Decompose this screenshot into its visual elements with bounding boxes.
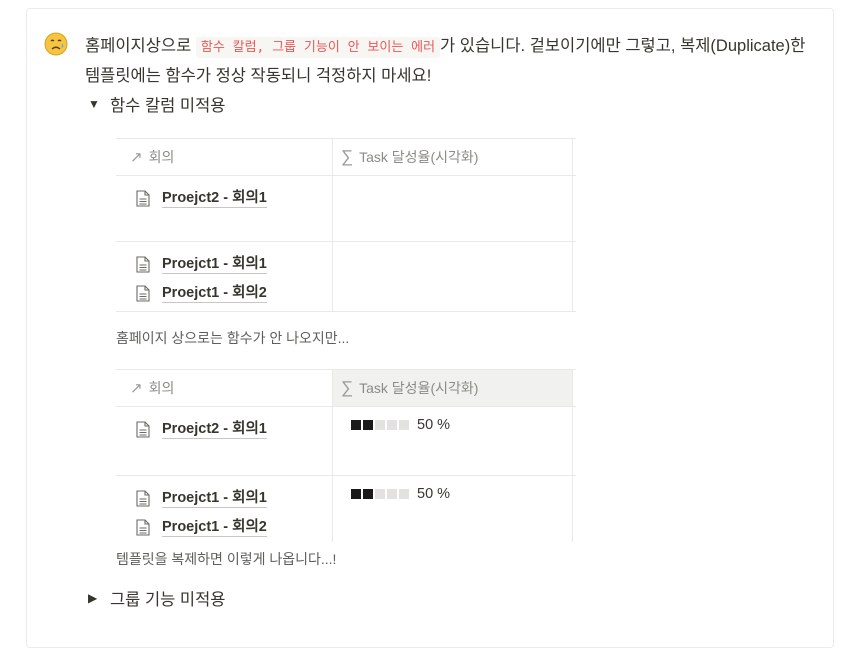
task-rate-cell [333, 242, 573, 311]
progress-square [399, 489, 409, 499]
progress-square [387, 420, 397, 430]
table-row: Proejct2 - 회의1 50 % [116, 407, 576, 476]
inline-code-error: 함수 칼럼, 그룹 기능이 안 보이는 에러 [195, 37, 441, 58]
task-rate-cell: 50 % [333, 407, 573, 475]
page-link[interactable]: Proejct1 - 회의1 [136, 250, 332, 279]
meeting-cell: Proejct1 - 회의1 Proejct1 - 회의2 [116, 476, 333, 542]
progress-square [351, 489, 361, 499]
toggle-collapsed-arrow-icon[interactable]: ▶ [88, 591, 110, 605]
callout-text-before: 홈페이지상으로 [85, 37, 196, 55]
page-link[interactable]: Proejct2 - 회의1 [136, 415, 332, 444]
progress-bar: 50 % [351, 486, 572, 502]
column-header-task-rate[interactable]: ∑ Task 달성율(시각화) [333, 370, 573, 406]
progress-square [375, 489, 385, 499]
callout-text: 홈페이지상으로 함수 칼럼, 그룹 기능이 안 보이는 에러 가 있습니다. 겉보… [85, 32, 820, 90]
table-row: Proejct1 - 회의1 Proejct1 - 회의2 [116, 242, 576, 312]
table-row: Proejct1 - 회의1 Proejct1 - 회의2 50 % [116, 476, 576, 542]
column-header-task-rate[interactable]: ∑ Task 달성율(시각화) [333, 139, 573, 175]
progress-bar: 50 % [351, 417, 572, 433]
progress-square [375, 420, 385, 430]
page-link[interactable]: Proejct2 - 회의1 [136, 184, 332, 213]
toggle-function-column[interactable]: ▼ 함수 칼럼 미적용 [88, 92, 225, 116]
database-table-2: ↗ 회의 ∑ Task 달성율(시각화) Proejct2 - 회의1 50 % [116, 369, 576, 542]
page-document-icon [136, 285, 150, 302]
progress-square [387, 489, 397, 499]
column-header-meeting[interactable]: ↗ 회의 [116, 139, 333, 175]
page-document-icon [136, 490, 150, 507]
table-header: ↗ 회의 ∑ Task 달성율(시각화) [116, 370, 576, 407]
task-rate-cell: 50 % [333, 476, 573, 542]
relation-arrow-icon: ↗ [130, 149, 143, 166]
formula-sigma-icon: ∑ [341, 147, 354, 166]
task-rate-cell [333, 176, 573, 241]
progress-percent: 50 % [417, 486, 451, 502]
toggle-expanded-arrow-icon[interactable]: ▼ [88, 97, 110, 111]
database-table-1: ↗ 회의 ∑ Task 달성율(시각화) Proejct2 - 회의1 Proe… [116, 138, 576, 312]
meeting-cell: Proejct1 - 회의1 Proejct1 - 회의2 [116, 242, 333, 311]
table-header: ↗ 회의 ∑ Task 달성율(시각화) [116, 139, 576, 176]
column-header-meeting[interactable]: ↗ 회의 [116, 370, 333, 406]
caption-homepage: 홈페이지 상으로는 함수가 안 나오지만... [116, 330, 350, 346]
caption-duplicate: 템플릿을 복제하면 이렇게 나옵니다...! [116, 551, 337, 567]
sad-face-emoji-icon [44, 32, 68, 56]
column-header-more [573, 139, 576, 175]
page-link[interactable]: Proejct1 - 회의2 [136, 513, 332, 542]
page-document-icon [136, 256, 150, 273]
page-document-icon [136, 421, 150, 438]
toggle-label: 그룹 기능 미적용 [110, 591, 226, 609]
page-link[interactable]: Proejct1 - 회의1 [136, 484, 332, 513]
meeting-cell: Proejct2 - 회의1 [116, 407, 333, 475]
column-header-more [573, 370, 576, 406]
page-document-icon [136, 519, 150, 536]
page-link[interactable]: Proejct1 - 회의2 [136, 279, 332, 308]
progress-square [399, 420, 409, 430]
meeting-cell: Proejct2 - 회의1 [116, 176, 333, 241]
toggle-group-feature[interactable]: ▶ 그룹 기능 미적용 [88, 586, 225, 610]
formula-sigma-icon: ∑ [341, 378, 354, 397]
progress-percent: 50 % [417, 417, 451, 433]
page-document-icon [136, 190, 150, 207]
progress-square [363, 420, 373, 430]
progress-square [363, 489, 373, 499]
relation-arrow-icon: ↗ [130, 380, 143, 397]
toggle-label: 함수 칼럼 미적용 [110, 97, 226, 115]
table-row: Proejct2 - 회의1 [116, 176, 576, 242]
progress-square [351, 420, 361, 430]
